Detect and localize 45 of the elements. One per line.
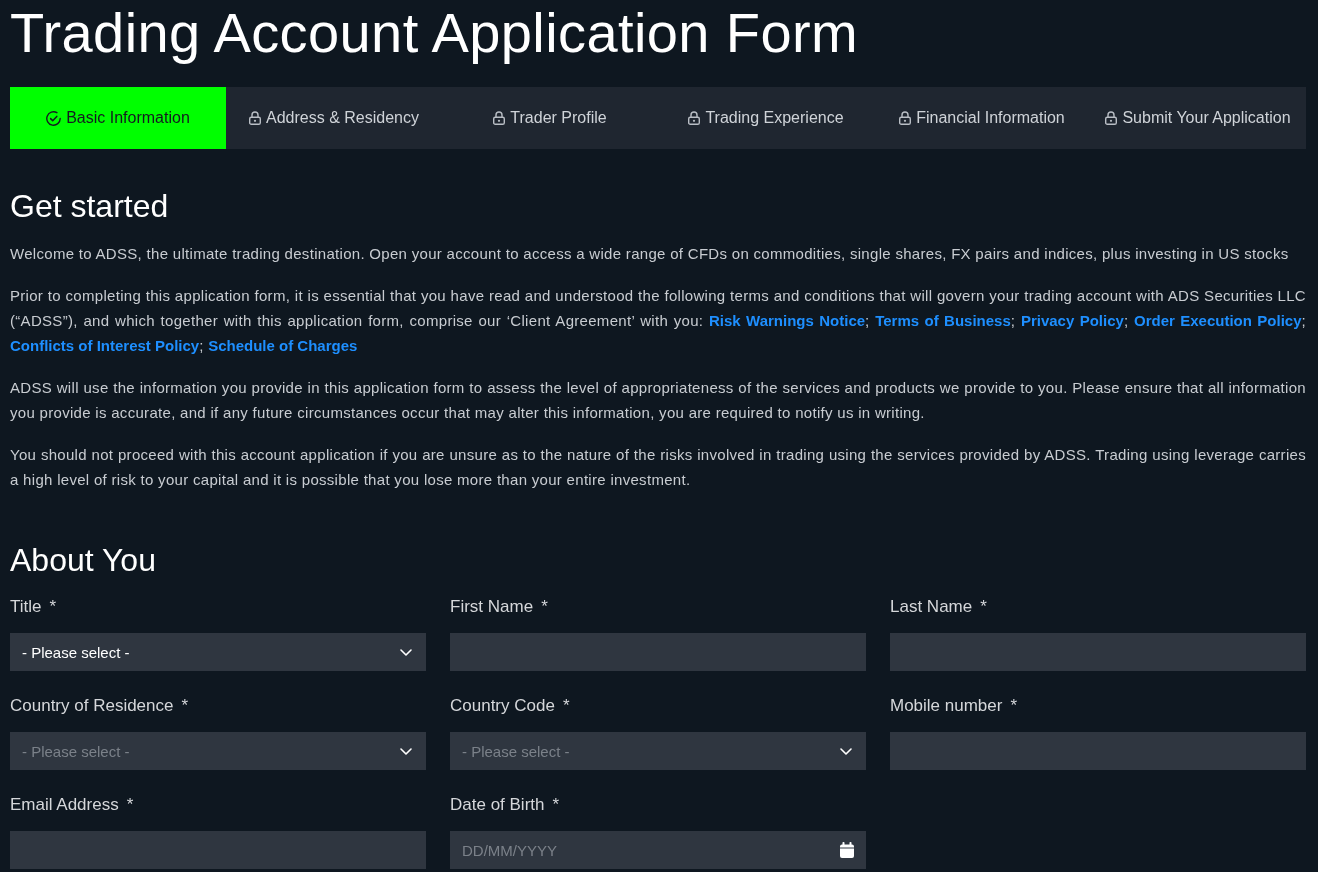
field-label: First Name xyxy=(450,596,534,618)
step-tab[interactable]: Basic Information xyxy=(10,87,226,149)
date-input[interactable]: DD/MM/YYYY xyxy=(450,831,866,869)
required-asterisk: * xyxy=(1010,695,1018,717)
field-label: Title xyxy=(10,596,42,618)
chevron-down-icon xyxy=(840,747,852,755)
calendar-icon xyxy=(840,842,854,858)
terms-link[interactable]: Terms of Business xyxy=(875,312,1011,329)
required-asterisk: * xyxy=(49,596,57,618)
field-label: Mobile number xyxy=(890,695,1003,717)
required-asterisk: * xyxy=(541,596,548,618)
chevron-down-icon xyxy=(400,747,412,755)
required-asterisk: * xyxy=(181,695,189,717)
intro-paragraph: Prior to completing this application form, it is essential that you have read and understood the following terms and conditions that will govern your trading account with ADS Securities LLC (“ADSS”), and which together with this application form, comprise our ‘Client Agreement’ with you: Risk Warnings Notice; Terms of Business; Privacy Policy; Order Execution Policy; Conflicts of Interest Policy; Schedule of Charges xyxy=(10,286,1306,356)
step-tab[interactable]: Submit Your Application xyxy=(1090,87,1306,149)
step-tab[interactable]: Financial Information xyxy=(874,87,1090,149)
field-label: Country Code xyxy=(450,695,555,717)
required-asterisk: * xyxy=(126,794,134,816)
required-asterisk: * xyxy=(552,794,560,816)
field-label: Date of Birth xyxy=(450,794,545,816)
section-heading: About You xyxy=(10,541,157,580)
field-label: Country of Residence xyxy=(10,695,174,717)
select-field[interactable]: - Please select - xyxy=(10,732,426,770)
select-field[interactable]: - Please select - xyxy=(10,633,426,671)
intro-paragraph: Welcome to ADSS, the ultimate trading destination. Open your account to access a wide range of CFDs on commodities, single shares, FX pairs and indices, plus investing in US stocks xyxy=(10,244,1290,264)
text-input[interactable] xyxy=(10,831,426,869)
terms-link[interactable]: Schedule of Charges xyxy=(208,337,358,354)
terms-link[interactable]: Privacy Policy xyxy=(1020,312,1124,329)
required-asterisk: * xyxy=(562,695,570,717)
required-asterisk: * xyxy=(980,596,987,618)
terms-link[interactable]: Order Execution Policy xyxy=(1134,312,1302,329)
page-title: Trading Account Application Form xyxy=(10,0,860,66)
field-label: Last Name xyxy=(890,596,973,618)
text-input[interactable] xyxy=(890,732,1306,770)
select-field[interactable]: - Please select - xyxy=(450,732,866,770)
field-label: Email Address xyxy=(10,794,119,816)
step-tab[interactable]: Trader Profile xyxy=(442,87,658,149)
chevron-down-icon xyxy=(400,648,412,656)
text-input[interactable] xyxy=(890,633,1306,671)
section-heading: Get started xyxy=(10,187,170,226)
intro-paragraph: ADSS will use the information you provide in this application form to assess the level of appropriateness of the services and products we provide to you. Please ensure that all information you provide is accurate, and if any future circumstances occur that may alter this information, you are required to notify us in writing. xyxy=(10,378,1306,423)
step-tab[interactable]: Address & Residency xyxy=(226,87,442,149)
intro-paragraph: You should not proceed with this account application if you are unsure as to the nature of the risks involved in trading using the services provided by ADSS. Trading using leverage carries a high level of risk to your capital and it is possible that you lose more than your entire investment. xyxy=(10,445,1306,490)
text-input[interactable] xyxy=(450,633,866,671)
step-tab[interactable]: Trading Experience xyxy=(658,87,874,149)
